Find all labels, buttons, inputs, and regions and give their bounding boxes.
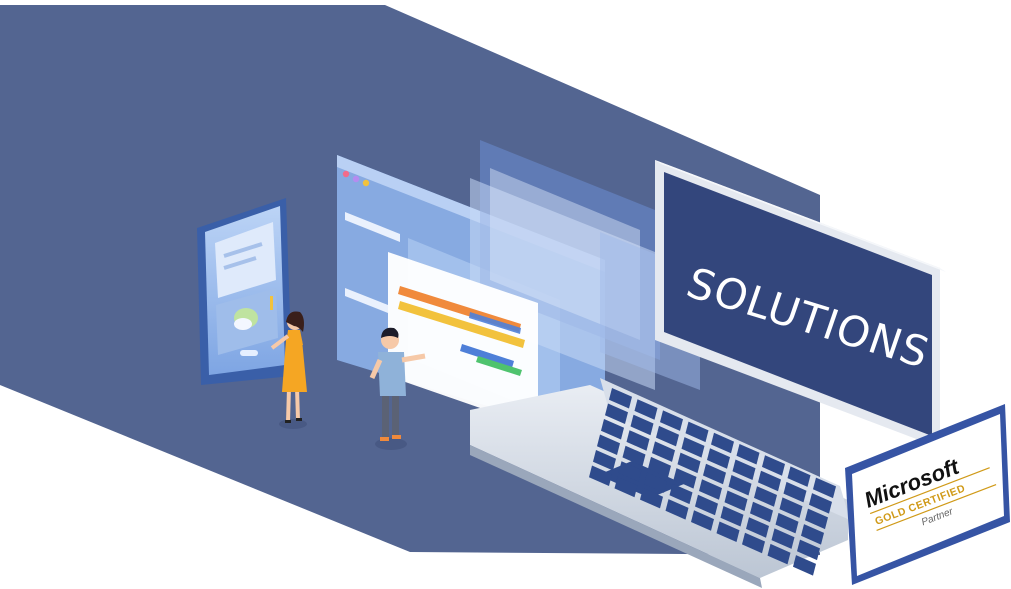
phone-device: [197, 198, 292, 385]
solutions-illustration: SOLUTIONS Microsoft GOLD CERTIFIED Partn…: [0, 5, 1010, 588]
